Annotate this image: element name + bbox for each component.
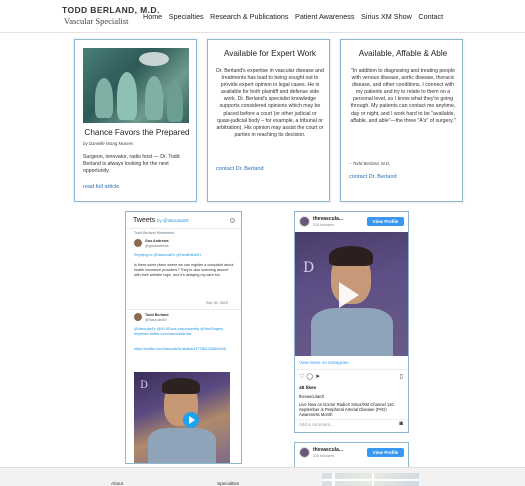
tweet-handle[interactable]: @gusandrews xyxy=(145,244,169,249)
card-text: Surgeon, innovator, radio host — Dr. Tod… xyxy=(83,154,180,175)
tweet-replying[interactable]: Replying to @VascularDr @HealthfirstNY xyxy=(134,253,234,258)
tweets-by[interactable]: by @VascularDr xyxy=(157,218,189,223)
avatar[interactable] xyxy=(299,216,310,227)
play-icon[interactable] xyxy=(339,282,359,308)
nav-specialties[interactable]: Specialties xyxy=(169,12,204,21)
view-profile-button[interactable]: View Profile xyxy=(367,217,404,226)
comment-icon[interactable]: ◯ xyxy=(306,374,315,380)
surgery-photo[interactable] xyxy=(83,48,189,123)
site-footer: About Specialties xyxy=(0,467,525,486)
view-more-link[interactable]: View More on Instagram xyxy=(299,360,349,365)
tweets-header: Tweets by @VascularDr xyxy=(133,217,189,224)
view-profile-button[interactable]: View Profile xyxy=(367,448,404,457)
tweet-date[interactable]: Sep 30, 2019 xyxy=(206,301,228,306)
contact-link[interactable]: contact Dr. Berland xyxy=(349,174,397,180)
instagram-icon[interactable]: ◙ xyxy=(399,421,403,427)
video-logo: D xyxy=(140,380,149,391)
card-text: Dr. Berland's expertise in vascular dise… xyxy=(216,68,324,138)
site-header: TODD BERLAND, M.D. Vascular Specialist H… xyxy=(0,0,525,33)
retweet-label: Todd Berland Retweeted xyxy=(134,231,175,235)
footer-about[interactable]: About xyxy=(111,481,123,486)
share-icon[interactable]: ➤ xyxy=(315,374,322,380)
affable-card: Available, Affable & Able "In addition t… xyxy=(340,39,463,202)
read-article-link[interactable]: read full article xyxy=(83,184,119,190)
card-attribution: – Todd Berland, M.D. xyxy=(349,161,391,166)
follower-count: 328 followers xyxy=(313,454,335,458)
tweet-text: Is there some place where we can registe… xyxy=(134,263,234,277)
contact-link[interactable]: contact Dr. Berland xyxy=(216,166,264,172)
avatar[interactable] xyxy=(299,447,310,458)
play-icon[interactable] xyxy=(183,412,199,428)
nav-research[interactable]: Research & Publications xyxy=(210,12,288,21)
action-icons[interactable]: ♡◯➤ xyxy=(299,373,322,380)
card-title: Chance Favors the Prepared xyxy=(84,128,190,137)
bookmark-icon[interactable]: ▯ xyxy=(400,373,403,380)
footer-specialties[interactable]: Specialties xyxy=(217,481,239,486)
location-map[interactable] xyxy=(322,473,419,486)
instagram-username[interactable]: thevascula... xyxy=(313,216,343,222)
tweet-link[interactable]: https://twitter.com/VascularDr/status/11… xyxy=(134,347,234,352)
main-nav: Home Specialties Research & Publications… xyxy=(143,12,450,21)
caption-user[interactable]: thevasculardr xyxy=(299,394,324,399)
video-logo: D xyxy=(303,260,315,276)
likes-count[interactable]: 48 likes xyxy=(299,386,316,391)
article-card: Chance Favors the Prepared by Danielle W… xyxy=(74,39,197,202)
instagram-video[interactable]: D xyxy=(295,232,408,356)
tweet-text[interactable]: @VascularDr @NYUDocs #nyuniversity @VesS… xyxy=(134,327,234,337)
nav-sirius-xm[interactable]: Sirius XM Show xyxy=(361,12,412,21)
caption-text: Live Now on Doctor Radio!! Sirius/XM Cha… xyxy=(299,402,395,418)
expert-work-card: Available for Expert Work Dr. Berland's … xyxy=(207,39,330,202)
nav-home[interactable]: Home xyxy=(143,12,162,21)
avatar[interactable] xyxy=(134,313,142,321)
tweet-handle[interactable]: @VascularDr xyxy=(145,318,167,323)
instagram-username[interactable]: thevascula... xyxy=(313,447,343,453)
card-title: Available, Affable & Able xyxy=(358,49,448,58)
follower-count: 328 followers xyxy=(313,223,335,227)
card-byline: by Danielle Wang Moores xyxy=(83,141,134,146)
tweets-title: Tweets xyxy=(133,217,156,224)
nav-contact[interactable]: Contact xyxy=(418,12,443,21)
tweet-video[interactable]: D xyxy=(134,372,230,463)
twitter-timeline[interactable]: Tweets by @VascularDr i Todd Berland Ret… xyxy=(125,211,242,464)
card-quote: "In addition to diagnosing and treating … xyxy=(350,68,456,124)
info-icon[interactable]: i xyxy=(230,218,235,223)
avatar[interactable] xyxy=(134,239,142,247)
instagram-embed: thevascula... 328 followers View Profile… xyxy=(294,211,409,433)
add-comment-input[interactable]: Add a comment... xyxy=(299,422,333,427)
card-title: Available for Expert Work xyxy=(223,49,317,58)
nav-patient-awareness[interactable]: Patient Awareness xyxy=(295,12,354,21)
